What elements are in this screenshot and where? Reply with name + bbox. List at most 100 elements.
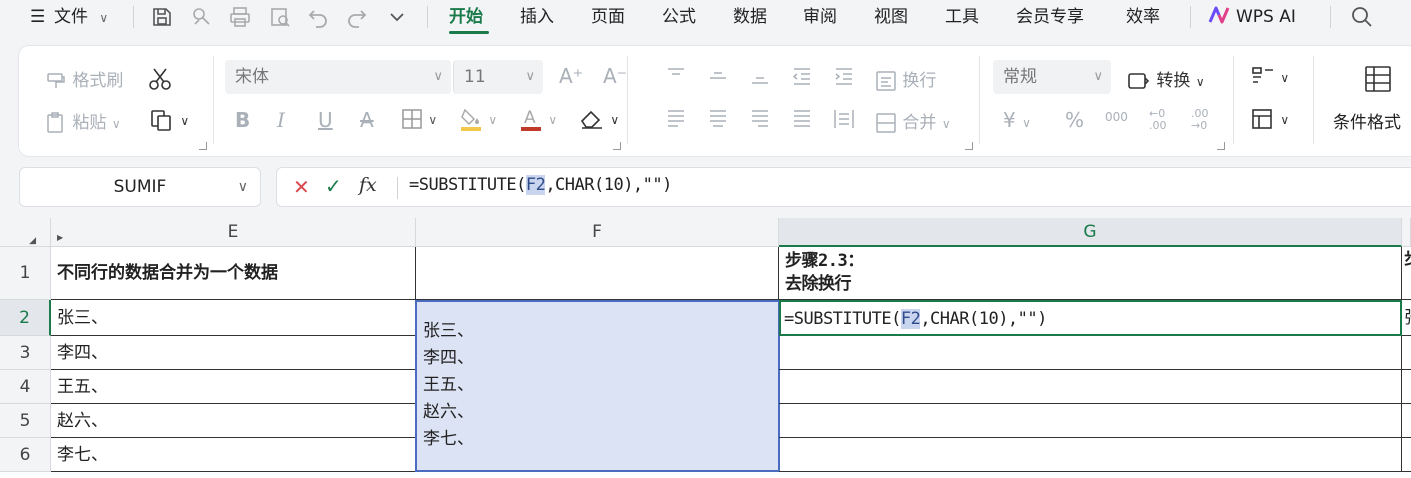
print-preview-icon[interactable] (268, 5, 292, 29)
increase-indent-button[interactable] (833, 66, 855, 86)
underline-button[interactable]: U (318, 108, 333, 132)
tab-insert[interactable]: 插入 (520, 0, 554, 34)
align-left-button[interactable] (665, 108, 687, 128)
justify-button[interactable] (791, 108, 813, 128)
thousands-button[interactable]: 000 (1105, 110, 1128, 124)
cell-e4[interactable]: 王五、 (51, 370, 416, 404)
tab-page[interactable]: 页面 (591, 0, 625, 34)
align-center-button[interactable] (707, 108, 729, 128)
cell-h5[interactable] (1402, 404, 1411, 438)
file-menu[interactable]: 文件 ∨ (54, 0, 108, 34)
align-top-button[interactable] (665, 66, 687, 86)
redo-icon[interactable] (345, 5, 369, 29)
column-header-g[interactable]: G (779, 218, 1402, 247)
row-header-1[interactable]: 1 (0, 247, 51, 300)
number-dialog-launcher[interactable] (1217, 142, 1225, 150)
cell-e3[interactable]: 李四、 (51, 336, 416, 370)
fill-color-button[interactable]: ∨ (459, 106, 497, 132)
cell-g5[interactable] (779, 404, 1402, 438)
convert-button[interactable]: 转换 ∨ (1127, 66, 1205, 92)
font-size-select[interactable]: 11 ∨ (453, 60, 543, 94)
number-format-select[interactable]: 常规 ∨ (993, 60, 1111, 94)
tab-efficiency[interactable]: 效率 (1126, 0, 1160, 34)
row-header-2[interactable]: 2 (0, 300, 51, 336)
row-header-3[interactable]: 3 (0, 336, 51, 370)
column-header-f[interactable]: F (416, 218, 779, 247)
select-all-corner[interactable]: ◢ (0, 218, 51, 247)
cell-h2[interactable]: 张 (1402, 300, 1411, 336)
copy-button[interactable]: ∨ (149, 108, 189, 132)
cell-e1[interactable]: 不同行的数据合并为一个数据 (51, 247, 416, 300)
more-chevron-icon[interactable] (385, 5, 409, 29)
format-painter-button[interactable]: 格式刷 (45, 66, 123, 92)
font-color-button[interactable]: A ∨ (519, 106, 557, 132)
percent-button[interactable]: % (1065, 108, 1084, 132)
cancel-icon[interactable]: ✕ (293, 175, 310, 199)
cell-g1[interactable]: 步骤2.3： 去除换行 (779, 247, 1402, 300)
italic-button[interactable]: I (277, 108, 285, 132)
confirm-icon[interactable]: ✓ (325, 174, 342, 198)
name-box[interactable]: SUMIF ∨ (19, 167, 261, 207)
cell-f1[interactable] (416, 247, 779, 300)
cell-g3[interactable] (779, 336, 1402, 370)
formula-input[interactable]: =SUBSTITUTE(F2,CHAR(10),"") (409, 175, 672, 195)
currency-button[interactable]: ¥ ∨ (1003, 108, 1031, 132)
cell-h4[interactable] (1402, 370, 1411, 404)
cell-e2[interactable]: 张三、 (51, 300, 416, 336)
tab-view[interactable]: 视图 (874, 0, 908, 34)
row-header-6[interactable]: 6 (0, 438, 51, 472)
cell-h6[interactable] (1402, 438, 1411, 472)
save-icon[interactable] (150, 5, 174, 29)
search-icon[interactable] (1350, 5, 1374, 29)
font-name-select[interactable]: 宋体 ∨ (225, 60, 451, 94)
menu-icon[interactable]: ☰ (30, 0, 45, 34)
align-bottom-button[interactable] (749, 66, 771, 86)
undo-icon[interactable] (306, 5, 330, 29)
tab-tools[interactable]: 工具 (945, 0, 979, 34)
cell-h3[interactable] (1402, 336, 1411, 370)
conditional-format-icon[interactable] (1363, 64, 1393, 94)
wrap-text-button[interactable]: 换行 (875, 66, 936, 92)
cell-e5[interactable]: 赵六、 (51, 404, 416, 438)
paste-button[interactable]: 粘贴 ∨ (45, 108, 121, 135)
merge-button[interactable]: 合并 ∨ (875, 108, 951, 134)
decrease-decimal-button[interactable]: .00 →0 (1191, 108, 1219, 132)
font-dialog-launcher[interactable] (613, 142, 621, 150)
borders-button[interactable]: ∨ (401, 108, 437, 130)
cell-g4[interactable] (779, 370, 1402, 404)
align-middle-button[interactable] (707, 66, 729, 86)
row-header-5[interactable]: 5 (0, 404, 51, 438)
tab-home[interactable]: 开始 (449, 0, 483, 34)
bold-button[interactable]: B (235, 108, 250, 132)
alignment-dialog-launcher[interactable] (965, 142, 973, 150)
tab-member[interactable]: 会员专享 (1016, 0, 1084, 34)
table-style-button[interactable]: ∨ (1251, 66, 1289, 88)
insert-function-icon[interactable]: fx (359, 174, 377, 196)
column-header-e[interactable]: ▶ E (51, 218, 416, 247)
clipboard-dialog-launcher[interactable] (199, 142, 207, 150)
cut-button[interactable] (147, 66, 173, 92)
cell-g2-editing[interactable]: =SUBSTITUTE(F2,CHAR(10),"") (779, 300, 1402, 336)
cell-f2-referenced[interactable]: 张三、 李四、 王五、 赵六、 李七、 (415, 300, 780, 472)
tab-formula[interactable]: 公式 (662, 0, 696, 34)
cell-h1[interactable]: 步 (1402, 247, 1411, 300)
column-header-h[interactable] (1402, 218, 1411, 247)
wps-ai-button[interactable]: WPS AI (1208, 0, 1296, 34)
clear-button[interactable]: ∨ (579, 108, 619, 130)
increase-decimal-button[interactable]: ←0 .00 (1149, 108, 1177, 132)
row-header-4[interactable]: 4 (0, 370, 51, 404)
cell-style-button[interactable]: ∨ (1251, 108, 1289, 130)
cell-e6[interactable]: 李七、 (51, 438, 416, 472)
strikethrough-button[interactable]: A (360, 108, 374, 132)
cell-g6[interactable] (779, 438, 1402, 472)
tab-review[interactable]: 审阅 (803, 0, 837, 34)
align-right-button[interactable] (749, 108, 771, 128)
print-icon[interactable] (228, 5, 252, 29)
distributed-button[interactable] (833, 108, 855, 130)
tab-data[interactable]: 数据 (733, 0, 767, 34)
font-shrink-button[interactable]: A⁻ (603, 64, 627, 88)
conditional-format-button[interactable]: 条件格式 (1333, 108, 1401, 133)
share-icon[interactable] (190, 5, 214, 29)
font-grow-button[interactable]: A⁺ (559, 64, 583, 88)
decrease-indent-button[interactable] (791, 66, 813, 86)
